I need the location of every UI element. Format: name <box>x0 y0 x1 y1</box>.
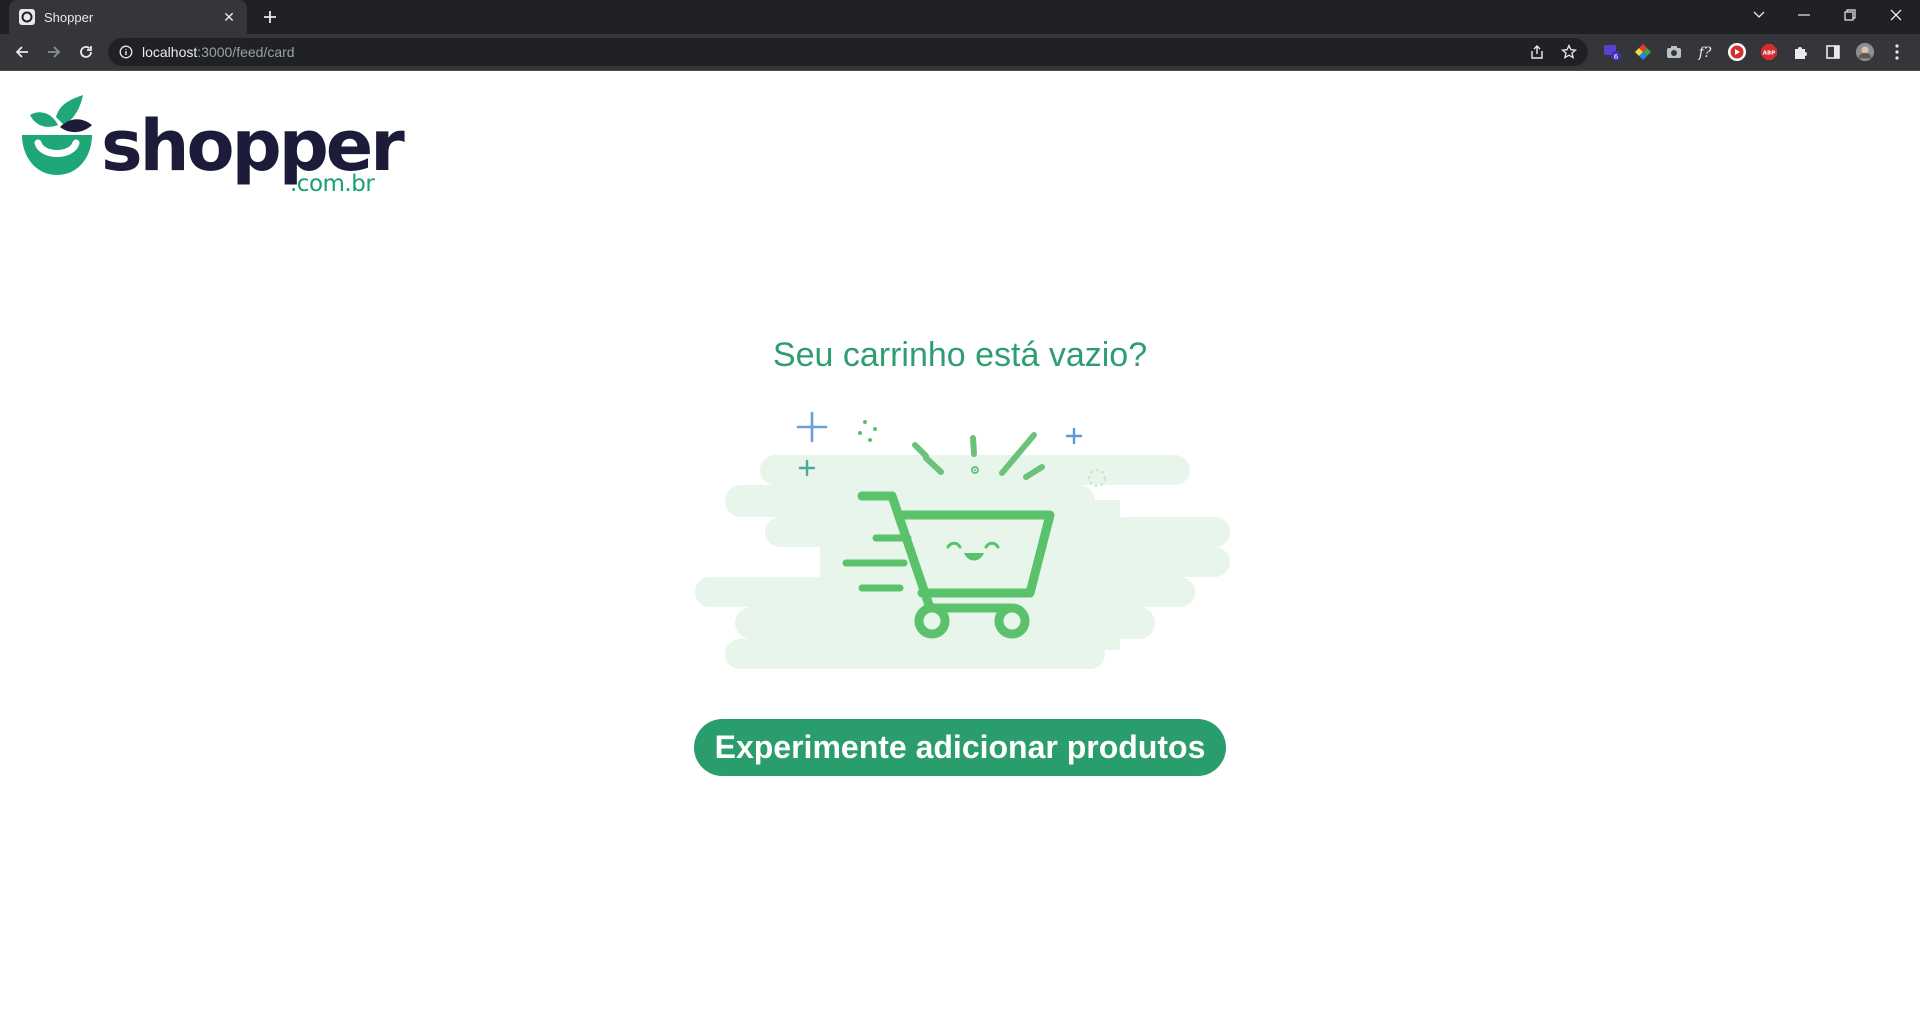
font-finder-extension-icon[interactable]: f? <box>1695 42 1715 62</box>
add-products-button[interactable]: Experimente adicionar produtos <box>694 719 1226 776</box>
svg-text:6: 6 <box>1614 53 1619 61</box>
minimize-button[interactable] <box>1784 0 1824 30</box>
empty-cart-illustration <box>695 411 1230 669</box>
shopper-favicon-icon <box>19 9 35 25</box>
address-bar[interactable]: localhost:3000/feed/card <box>108 38 1588 66</box>
tab-search-button[interactable] <box>1739 0 1779 30</box>
browser-tab[interactable]: Shopper ✕ <box>9 0 247 34</box>
restore-button[interactable] <box>1830 0 1870 30</box>
record-extension-icon[interactable] <box>1727 42 1747 62</box>
tab-title: Shopper <box>44 9 94 25</box>
new-tab-button[interactable] <box>258 5 282 29</box>
url-text[interactable]: localhost:3000/feed/card <box>142 44 295 60</box>
svg-text:ABP: ABP <box>1763 51 1775 57</box>
shopper-logo-mark-icon <box>22 95 92 175</box>
arrow-right-icon <box>48 46 61 58</box>
cloud-background <box>695 455 1230 669</box>
site-info-icon[interactable] <box>118 44 134 60</box>
forward-button[interactable] <box>42 40 66 64</box>
color-picker-extension-icon[interactable] <box>1633 42 1653 62</box>
reload-button[interactable] <box>74 40 98 64</box>
close-icon <box>1890 9 1902 21</box>
chevron-down-icon <box>1753 11 1765 18</box>
url-host: localhost <box>142 44 198 60</box>
camera-extension-icon[interactable] <box>1664 42 1684 62</box>
close-window-button[interactable] <box>1876 0 1916 30</box>
browser-menu-icon[interactable] <box>1887 42 1907 62</box>
extension-badge-icon[interactable]: 6 <box>1602 42 1622 62</box>
profile-avatar[interactable] <box>1855 42 1875 62</box>
minimize-icon <box>1798 14 1810 16</box>
url-path: :3000/feed/card <box>197 44 295 60</box>
arrow-left-icon <box>15 46 28 58</box>
share-icon[interactable] <box>1528 43 1546 61</box>
extensions-puzzle-icon[interactable] <box>1791 42 1811 62</box>
plus-icon <box>264 11 276 23</box>
adblock-extension-icon[interactable]: ABP <box>1759 42 1779 62</box>
restore-icon <box>1844 9 1856 21</box>
side-panel-icon[interactable] <box>1823 42 1843 62</box>
bookmark-star-icon[interactable] <box>1560 43 1578 61</box>
empty-cart-title: Seu carrinho está vazio? <box>772 336 1148 374</box>
svg-text:f?: f? <box>1698 45 1712 61</box>
shopper-logo[interactable]: shopper .com.br <box>20 95 405 200</box>
tab-close-icon[interactable]: ✕ <box>221 9 237 26</box>
chrome-divider <box>0 70 1920 71</box>
browser-tab-bar: Shopper ✕ <box>0 0 1920 34</box>
reload-icon <box>80 46 92 58</box>
back-button[interactable] <box>10 40 34 64</box>
logo-domain: .com.br <box>290 171 375 197</box>
